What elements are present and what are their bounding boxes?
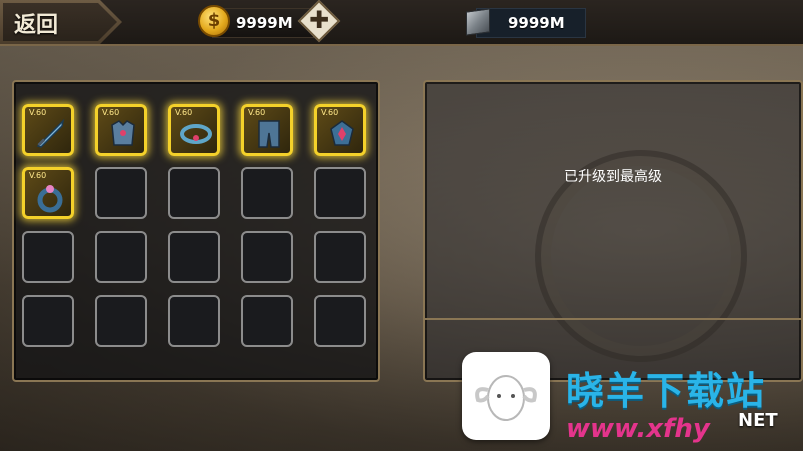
inventory-slot-amulet[interactable]: V.60 — [314, 104, 366, 156]
top-bar: 返回 $ 9999M ✚ 9999M — [0, 0, 803, 46]
inventory-slot-empty[interactable] — [241, 231, 293, 283]
watermark-title: 晓羊下载站 — [566, 369, 767, 413]
inventory-slot-empty[interactable] — [314, 295, 366, 347]
cube-icon — [466, 8, 490, 36]
inventory-slot-sword[interactable]: V.60 — [22, 104, 74, 156]
inventory-slot-empty[interactable] — [95, 231, 147, 283]
gem-amount: 9999M — [508, 14, 565, 32]
inventory-slot-empty[interactable] — [168, 167, 220, 219]
inventory-slot-empty[interactable] — [168, 231, 220, 283]
gold-amount: 9999M — [236, 14, 293, 32]
item-level-label: V.60 — [102, 108, 120, 117]
upgrade-status-text: 已升级到最高级 — [564, 169, 662, 185]
inventory-slot-empty[interactable] — [168, 295, 220, 347]
inventory-slot-belt[interactable]: V.60 — [168, 104, 220, 156]
inventory-slot-empty[interactable] — [314, 231, 366, 283]
back-button-label[interactable]: 返回 — [14, 7, 58, 39]
item-level-label: V.60 — [248, 108, 266, 117]
item-level-label: V.60 — [175, 108, 193, 117]
inventory-slot-leg-armor[interactable]: V.60 — [241, 104, 293, 156]
inventory-slot-empty[interactable] — [241, 167, 293, 219]
watermark-url: www.xfhy — [566, 414, 710, 444]
inventory-slot-empty[interactable] — [241, 295, 293, 347]
watermark-net: NET — [738, 410, 778, 431]
inventory-slot-empty[interactable] — [314, 167, 366, 219]
inventory-slot-ring[interactable]: V.60 — [22, 167, 74, 219]
inventory-slot-empty[interactable] — [95, 167, 147, 219]
plus-icon[interactable]: ✚ — [304, 4, 334, 34]
watermark-logo — [462, 352, 550, 440]
detail-panel — [423, 80, 803, 382]
item-level-label: V.60 — [321, 108, 339, 117]
item-level-label: V.60 — [29, 171, 47, 180]
item-level-label: V.60 — [29, 108, 47, 117]
inventory-slot-chest-armor[interactable]: V.60 — [95, 104, 147, 156]
inventory-slot-empty[interactable] — [22, 295, 74, 347]
coin-icon: $ — [198, 5, 230, 37]
detail-divider — [425, 318, 801, 320]
inventory-slot-empty[interactable] — [95, 295, 147, 347]
inventory-slot-empty[interactable] — [22, 231, 74, 283]
